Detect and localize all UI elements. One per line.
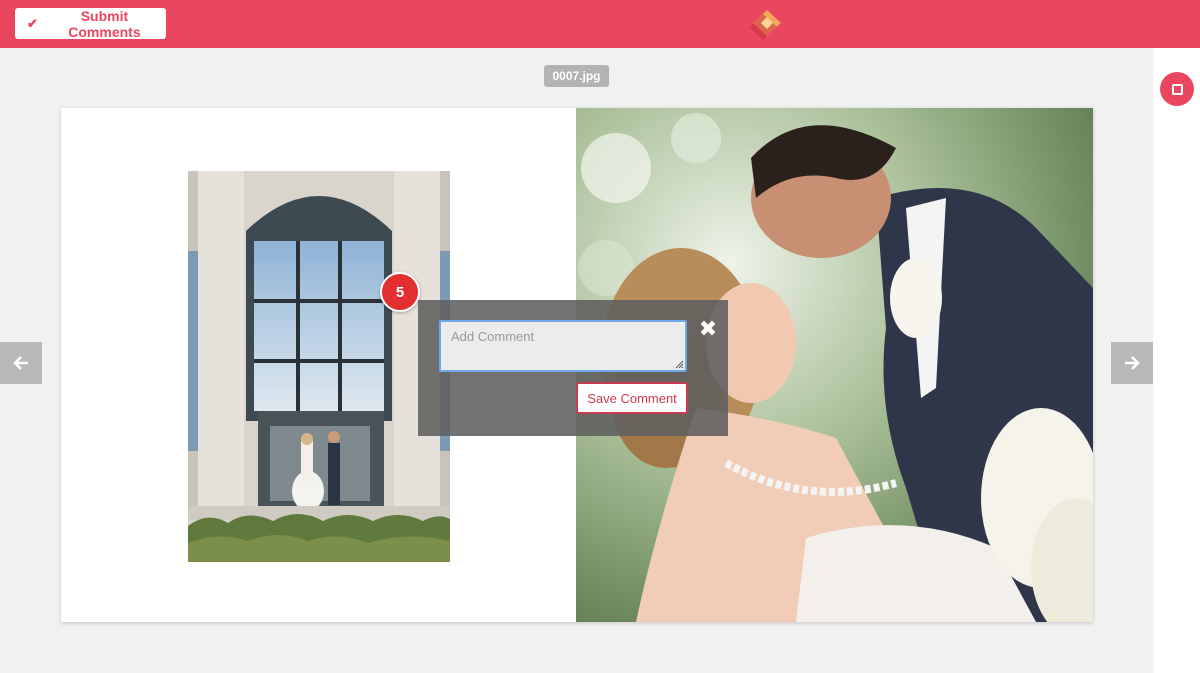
diamond-logo-icon: [750, 10, 781, 40]
arrow-right-icon: [1125, 356, 1140, 370]
photo-building-couple[interactable]: [188, 171, 450, 562]
next-page-button[interactable]: [1111, 342, 1153, 384]
arrow-left-icon: [13, 356, 28, 370]
stop-square-icon: [1171, 83, 1183, 95]
close-comment-icon[interactable]: ✖: [698, 319, 718, 341]
submit-comments-button[interactable]: ✔ Submit Comments: [15, 7, 166, 40]
add-comment-input[interactable]: [439, 320, 687, 372]
filename-label: 0007.jpg: [544, 65, 609, 87]
record-stop-button[interactable]: [1160, 72, 1194, 106]
save-comment-button[interactable]: Save Comment: [576, 382, 688, 414]
top-toolbar: ✔ Submit Comments: [0, 0, 1200, 48]
submit-comments-label: Submit Comments: [68, 7, 141, 40]
previous-page-button[interactable]: [0, 342, 42, 384]
comment-marker-badge[interactable]: 5: [380, 272, 420, 312]
right-sidebar: [1153, 48, 1200, 673]
comment-popup: ✖ Save Comment: [418, 300, 728, 436]
check-icon: ✔: [27, 15, 38, 31]
